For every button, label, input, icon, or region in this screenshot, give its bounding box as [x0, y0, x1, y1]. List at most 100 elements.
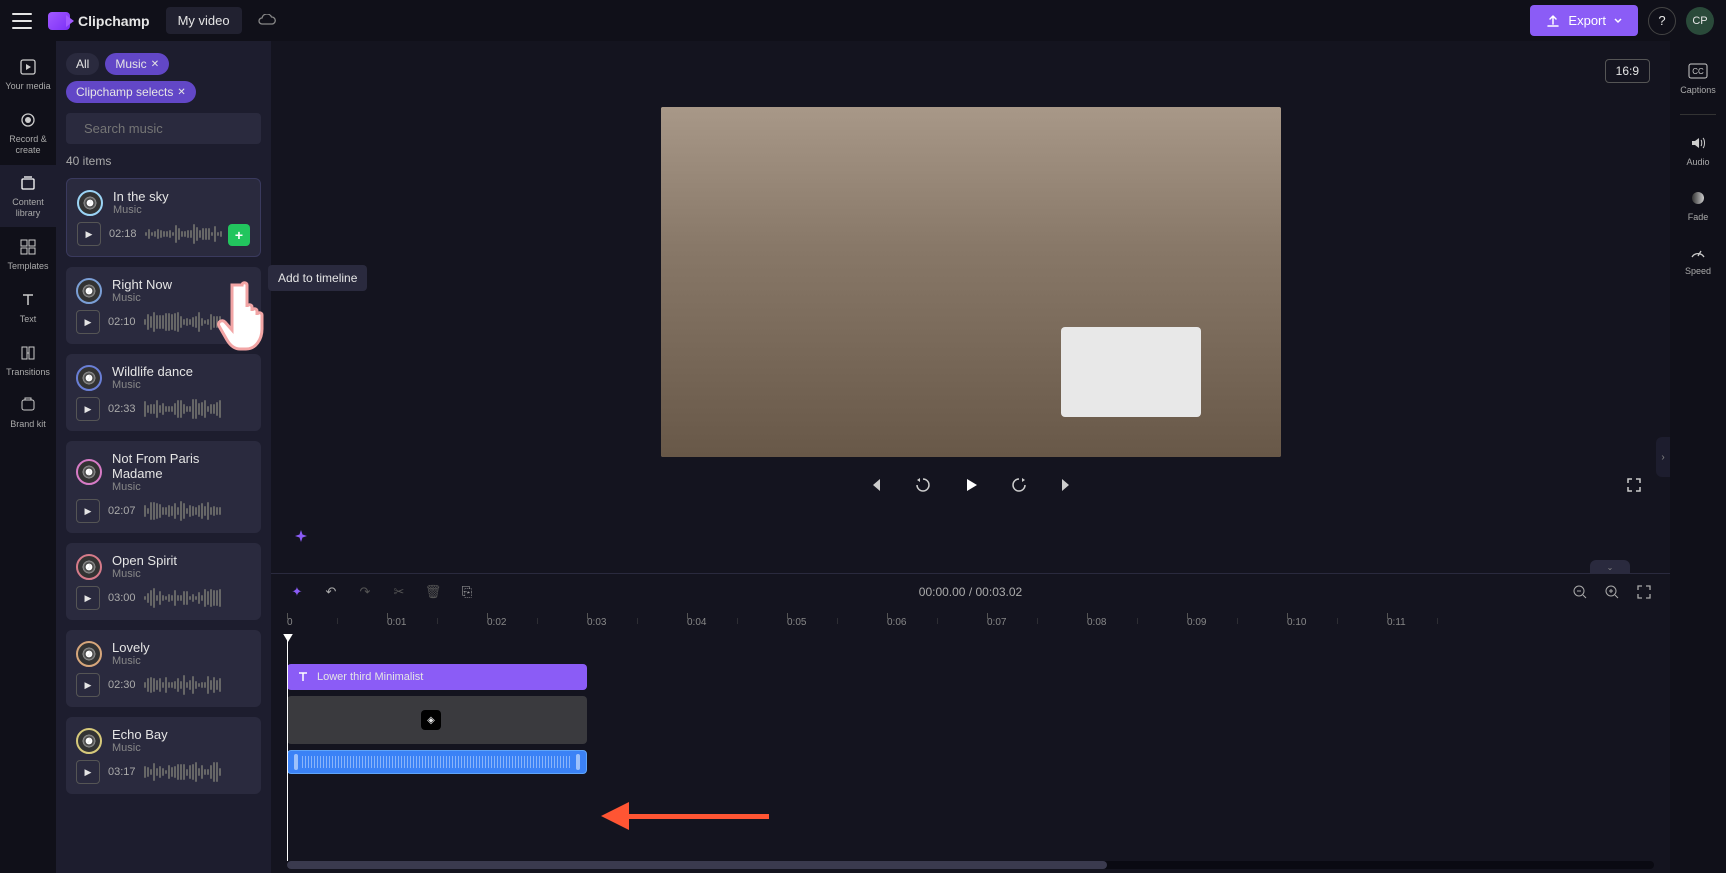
right-panel-expand-handle[interactable]: ›	[1656, 437, 1670, 477]
waveform-preview	[144, 501, 251, 521]
upload-icon	[1546, 14, 1560, 28]
close-icon[interactable]: ✕	[177, 87, 185, 98]
music-list[interactable]: ♪ In the sky Music ▶ 02:18 + ♪ Right Now…	[66, 178, 261, 861]
skip-back-button[interactable]	[863, 473, 887, 497]
play-preview-button[interactable]: ▶	[77, 222, 101, 246]
timeline-ruler[interactable]: 00:010:020:030:040:050:060:070:080:090:1…	[271, 610, 1670, 634]
track-title: Open Spirit	[112, 553, 251, 568]
ruler-tick: 0:05	[787, 617, 806, 628]
clipchamp-logo-icon	[48, 12, 70, 30]
scrollbar-thumb[interactable]	[287, 861, 1107, 869]
music-note-icon: ♪	[76, 278, 102, 304]
app-logo[interactable]: Clipchamp	[48, 12, 150, 30]
app-header: Clipchamp My video Export ? CP	[0, 0, 1726, 41]
header-left: Clipchamp My video	[12, 7, 276, 34]
skip-forward-button[interactable]	[1055, 473, 1079, 497]
music-note-icon: ♪	[76, 459, 102, 485]
zoom-in-button[interactable]	[1602, 582, 1622, 602]
duplicate-button[interactable]: ⎘	[457, 582, 477, 602]
project-name[interactable]: My video	[166, 7, 242, 34]
forward-button[interactable]	[1007, 473, 1031, 497]
right-sidebar: CC Captions Audio Fade Speed	[1670, 41, 1726, 873]
music-item[interactable]: ♪ In the sky Music ▶ 02:18 +	[66, 178, 261, 257]
cloud-sync-icon[interactable]	[258, 14, 276, 28]
clip-handle-left[interactable]	[294, 754, 298, 770]
audio-waveform	[302, 756, 572, 768]
search-box[interactable]	[66, 113, 261, 144]
split-button[interactable]: ✂	[389, 582, 409, 602]
ruler-tick: 0:11	[1387, 617, 1406, 628]
music-note-icon: ♪	[76, 641, 102, 667]
add-button[interactable]: ✦	[287, 582, 307, 602]
play-preview-button[interactable]: ▶	[76, 397, 100, 421]
close-icon[interactable]: ✕	[151, 59, 159, 70]
brand-icon	[18, 395, 38, 415]
user-avatar[interactable]: CP	[1686, 7, 1714, 35]
audio-clip[interactable]	[287, 750, 587, 774]
play-preview-button[interactable]: ▶	[76, 760, 100, 784]
waveform-preview	[144, 588, 251, 608]
track-duration: 02:10	[108, 316, 136, 328]
redo-button[interactable]: ↷	[355, 582, 375, 602]
delete-button[interactable]: 🗑	[423, 582, 443, 602]
play-preview-button[interactable]: ▶	[76, 499, 100, 523]
ruler-tick: 0:08	[1087, 617, 1106, 628]
timeline-scrollbar[interactable]	[287, 861, 1654, 869]
play-preview-button[interactable]: ▶	[76, 586, 100, 610]
music-item[interactable]: ♪ Right Now Music ▶ 02:10	[66, 267, 261, 344]
music-item[interactable]: ♪ Wildlife dance Music ▶ 02:33	[66, 354, 261, 431]
chip-clipchamp-selects[interactable]: Clipchamp selects✕	[66, 81, 196, 103]
sidebar-transitions[interactable]: Transitions	[0, 335, 56, 386]
video-clip[interactable]: ◈	[287, 696, 587, 744]
clip-link-icon[interactable]: ◈	[421, 710, 441, 730]
play-preview-button[interactable]: ▶	[76, 673, 100, 697]
track-title: In the sky	[113, 189, 250, 204]
sidebar-brand-kit[interactable]: Brand kit	[0, 387, 56, 438]
track-duration: 03:00	[108, 592, 136, 604]
menu-button[interactable]	[12, 13, 32, 29]
zoom-out-button[interactable]	[1570, 582, 1590, 602]
video-preview[interactable]	[661, 107, 1281, 457]
sidebar-text[interactable]: Text	[0, 282, 56, 333]
timeline-tracks[interactable]: Lower third Minimalist ◈	[271, 634, 1670, 861]
timeline-collapse-handle[interactable]: ⌄	[1590, 560, 1630, 574]
track-category: Music	[112, 481, 251, 493]
help-button[interactable]: ?	[1648, 7, 1676, 35]
track-title: Not From Paris Madame	[112, 451, 251, 481]
sidebar-templates[interactable]: Templates	[0, 229, 56, 280]
zoom-fit-button[interactable]	[1634, 582, 1654, 602]
music-item[interactable]: ♪ Not From Paris Madame Music ▶ 02:07	[66, 441, 261, 533]
playhead[interactable]	[287, 634, 288, 861]
record-icon	[18, 110, 38, 130]
clip-handle-right[interactable]	[576, 754, 580, 770]
ruler-tick: 0:06	[887, 617, 906, 628]
track-title: Lovely	[112, 640, 251, 655]
play-preview-button[interactable]: ▶	[76, 310, 100, 334]
play-button[interactable]	[959, 473, 983, 497]
ai-sparkle-icon[interactable]	[291, 527, 311, 547]
chip-all[interactable]: All	[66, 53, 99, 75]
item-count: 40 items	[66, 154, 261, 168]
sidebar-audio[interactable]: Audio	[1670, 125, 1726, 176]
fullscreen-button[interactable]	[1622, 473, 1646, 497]
sidebar-speed[interactable]: Speed	[1670, 234, 1726, 285]
aspect-ratio-selector[interactable]: 16:9	[1605, 59, 1650, 83]
search-input[interactable]	[84, 121, 260, 136]
music-item[interactable]: ♪ Open Spirit Music ▶ 03:00	[66, 543, 261, 620]
export-button[interactable]: Export	[1530, 5, 1638, 36]
waveform-preview	[144, 399, 251, 419]
sidebar-fade[interactable]: Fade	[1670, 180, 1726, 231]
sidebar-captions[interactable]: CC Captions	[1670, 53, 1726, 104]
sidebar-content-library[interactable]: Content library	[0, 165, 56, 227]
add-to-timeline-button[interactable]: +	[228, 224, 250, 246]
undo-button[interactable]: ↶	[321, 582, 341, 602]
text-clip[interactable]: Lower third Minimalist	[287, 664, 587, 690]
toolbar-left: ✦ ↶ ↷ ✂ 🗑 ⎘	[287, 582, 477, 602]
left-sidebar: Your media Record & create Content libra…	[0, 41, 56, 873]
music-item[interactable]: ♪ Echo Bay Music ▶ 03:17	[66, 717, 261, 794]
sidebar-record-create[interactable]: Record & create	[0, 102, 56, 164]
rewind-button[interactable]	[911, 473, 935, 497]
music-item[interactable]: ♪ Lovely Music ▶ 02:30	[66, 630, 261, 707]
chip-music[interactable]: Music✕	[105, 53, 169, 75]
sidebar-your-media[interactable]: Your media	[0, 49, 56, 100]
